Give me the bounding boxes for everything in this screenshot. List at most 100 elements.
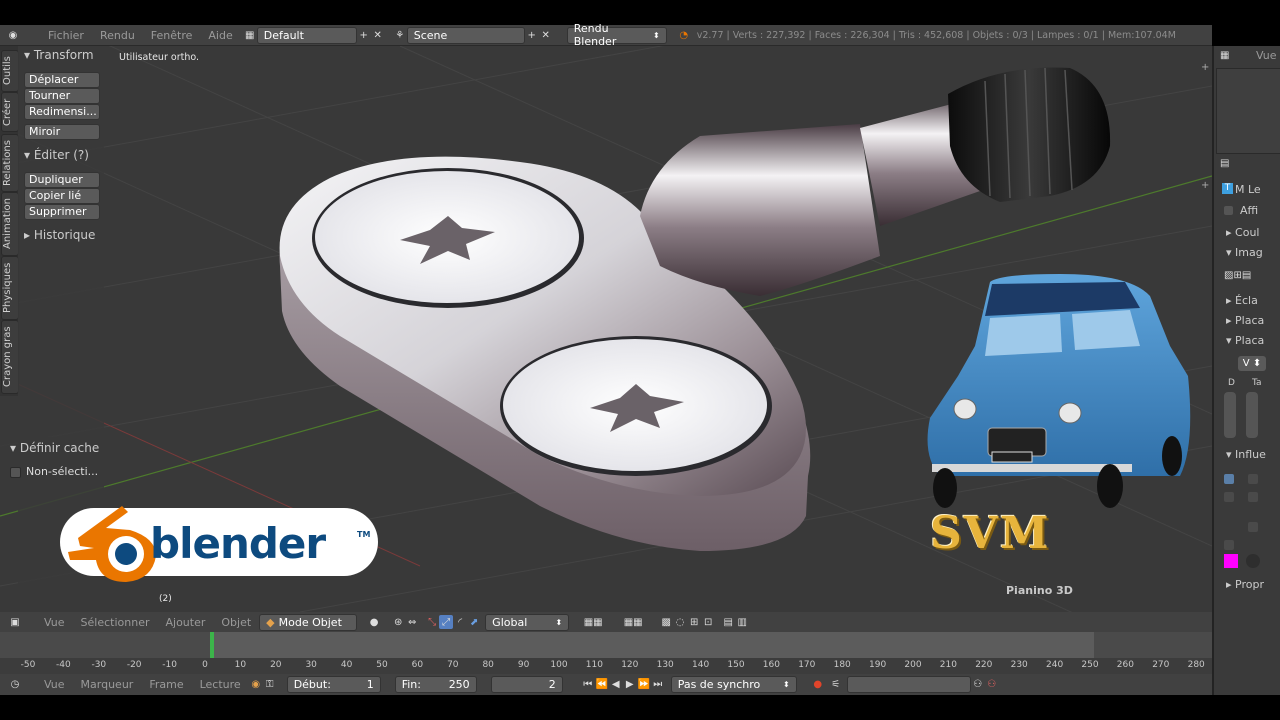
menu-select[interactable]: Sélectionner bbox=[73, 616, 158, 629]
right-slider-1[interactable] bbox=[1224, 392, 1236, 438]
menu-render[interactable]: Rendu bbox=[92, 29, 143, 42]
mirror-button[interactable]: Miroir bbox=[24, 124, 100, 140]
timeline-menu-playback[interactable]: Lecture bbox=[192, 678, 249, 691]
shading-icon[interactable]: ● bbox=[367, 615, 381, 629]
right-section-influence[interactable]: ▾ Influe bbox=[1226, 448, 1266, 461]
layout-selector[interactable]: Default bbox=[256, 26, 357, 44]
right-view-label[interactable]: Vue bbox=[1256, 49, 1277, 62]
menu-object[interactable]: Objet bbox=[213, 616, 259, 629]
menu-help[interactable]: Aide bbox=[200, 29, 240, 42]
right-section-colors[interactable]: ▸ Coul bbox=[1226, 226, 1259, 239]
play-icon[interactable]: ▶ bbox=[623, 678, 637, 692]
sync-selector[interactable]: Pas de synchro ⬍ bbox=[670, 676, 797, 693]
layers-grid-icon-2[interactable]: ▦▦ bbox=[613, 615, 653, 629]
image-tools-icon[interactable]: ▨⊞▤ bbox=[1224, 270, 1251, 281]
right-dropdown[interactable]: V ⬍ bbox=[1238, 356, 1266, 371]
right-item-name[interactable]: M Le bbox=[1235, 183, 1261, 196]
unselected-checkbox[interactable] bbox=[10, 467, 21, 478]
record-icon[interactable]: ● bbox=[811, 678, 825, 692]
translate-button[interactable]: Déplacer bbox=[24, 72, 100, 88]
right-checkbox[interactable] bbox=[1224, 206, 1233, 215]
prev-key-icon[interactable]: ⏪ bbox=[595, 678, 609, 692]
menu-window[interactable]: Fenêtre bbox=[143, 29, 201, 42]
scale-manip-icon[interactable]: ◜ bbox=[453, 615, 467, 629]
scene-icon[interactable]: ⚘ bbox=[393, 28, 407, 42]
proportional-icon[interactable]: ◌ bbox=[673, 615, 687, 629]
tab-grease-pencil[interactable]: Crayon gras bbox=[1, 320, 19, 394]
timeline-menu-frame[interactable]: Frame bbox=[141, 678, 191, 691]
rotate-manip-icon[interactable]: ⤢ bbox=[439, 615, 454, 629]
influence-controls[interactable] bbox=[1224, 474, 1268, 554]
keying-set-icon[interactable]: ⚟ bbox=[829, 678, 843, 692]
layers-grid-icon[interactable]: ▦▦ bbox=[573, 615, 613, 629]
keying-set-field[interactable] bbox=[846, 676, 971, 693]
remove-scene-icon[interactable]: ✕ bbox=[539, 28, 553, 42]
tab-create[interactable]: Créer bbox=[1, 92, 19, 132]
insert-key-icon[interactable]: ⚇ bbox=[971, 678, 985, 692]
right-section-image[interactable]: ▾ Imag bbox=[1226, 246, 1263, 259]
duplicate-linked-button[interactable]: Copier lié bbox=[24, 188, 100, 204]
viewport-corner-plus-icon[interactable]: + bbox=[1201, 62, 1209, 73]
delete-button[interactable]: Supprimer bbox=[24, 204, 100, 220]
menu-view[interactable]: Vue bbox=[36, 616, 73, 629]
history-section-header[interactable]: ▸ Historique bbox=[24, 228, 95, 242]
lock-icon[interactable]: ⚿ bbox=[263, 678, 277, 692]
right-section-mapping-2[interactable]: ▾ Placa bbox=[1226, 334, 1264, 347]
blender-small-icon: ◔ bbox=[679, 29, 689, 41]
add-layout-icon[interactable]: + bbox=[357, 28, 371, 42]
render-engine-selector[interactable]: Rendu Blender ⬍ bbox=[566, 22, 667, 48]
layout-grid-icon[interactable]: ▦ bbox=[243, 28, 257, 42]
right-editor-icon[interactable]: ▦ bbox=[1220, 50, 1229, 61]
timeline-ruler[interactable]: -50 -40 -30 -20 -10 0 10 20 30 40 50 60 70 80 90 100 110… bbox=[0, 658, 1212, 674]
timeline-menu-marker[interactable]: Marqueur bbox=[73, 678, 142, 691]
right-section-properties[interactable]: ▸ Propr bbox=[1226, 578, 1264, 591]
play-reverse-icon[interactable]: ◀ bbox=[609, 678, 623, 692]
right-section-mapping-1[interactable]: ▸ Placa bbox=[1226, 314, 1264, 327]
timeline-editor-icon[interactable]: ◷ bbox=[8, 678, 22, 692]
mode-selector[interactable]: ◆ Mode Objet bbox=[259, 613, 358, 631]
outliner-mini[interactable] bbox=[1216, 68, 1280, 154]
manipulator-icon[interactable]: ⇔ bbox=[405, 615, 419, 629]
delete-key-icon[interactable]: ⚇ bbox=[985, 678, 999, 692]
transform-section-header[interactable]: ▾ Transform bbox=[24, 48, 94, 62]
right-section-sampling[interactable]: ▸ Écla bbox=[1226, 294, 1258, 307]
remove-layout-icon[interactable]: ✕ bbox=[371, 28, 385, 42]
tab-animation[interactable]: Animation bbox=[1, 192, 19, 256]
view3d-editor-icon[interactable]: ▣ bbox=[8, 615, 22, 629]
properties-editor-icon[interactable]: ▤ bbox=[1220, 158, 1229, 169]
tab-relations[interactable]: Relations bbox=[1, 134, 19, 192]
snap-icon[interactable]: ⊞ bbox=[687, 615, 701, 629]
rotate-button[interactable]: Tourner bbox=[24, 88, 100, 104]
duplicate-button[interactable]: Dupliquer bbox=[24, 172, 100, 188]
color-swatch-magenta[interactable] bbox=[1224, 554, 1238, 568]
tab-tools[interactable]: Outils bbox=[1, 50, 19, 92]
orientation-selector[interactable]: Global ⬍ bbox=[485, 613, 570, 631]
viewport-corner-plus-icon-2[interactable]: + bbox=[1201, 180, 1209, 191]
edit-section-header[interactable]: ▾ Éditer (?) bbox=[24, 148, 89, 162]
scale-button[interactable]: Redimensi... bbox=[24, 104, 100, 120]
translate-manip-icon[interactable]: ⤡ bbox=[425, 615, 439, 629]
color-swatch-dark[interactable] bbox=[1246, 554, 1260, 568]
jump-start-icon[interactable]: ⏮ bbox=[581, 678, 595, 692]
keying-icon[interactable]: ◉ bbox=[249, 678, 263, 692]
jump-end-icon[interactable]: ⏭ bbox=[651, 678, 665, 692]
editor-type-icon[interactable]: ◉ bbox=[6, 28, 20, 42]
snap-target-icon[interactable]: ⊡ bbox=[701, 615, 715, 629]
lock-camera-icon[interactable]: ▩ bbox=[659, 615, 673, 629]
start-frame-field[interactable]: Début: 1 bbox=[286, 676, 381, 693]
render-preview-icon[interactable]: ▤ bbox=[721, 615, 735, 629]
tab-physics[interactable]: Physiques bbox=[1, 256, 19, 320]
end-frame-field[interactable]: Fin: 250 bbox=[394, 676, 477, 693]
current-frame-field[interactable]: 2 bbox=[490, 676, 563, 693]
render-anim-icon[interactable]: ▥ bbox=[735, 615, 749, 629]
right-slider-2[interactable] bbox=[1246, 392, 1258, 438]
menu-add[interactable]: Ajouter bbox=[158, 616, 214, 629]
scene-selector[interactable]: Scene bbox=[406, 26, 525, 44]
define-cache-header[interactable]: ▾ Définir cache bbox=[10, 441, 99, 455]
add-scene-icon[interactable]: + bbox=[525, 28, 539, 42]
timeline-menu-view[interactable]: Vue bbox=[36, 678, 73, 691]
pivot-icon[interactable]: ⊛ bbox=[391, 615, 405, 629]
next-key-icon[interactable]: ⏩ bbox=[637, 678, 651, 692]
transform-space-icon[interactable]: ⬈ bbox=[467, 615, 481, 629]
menu-file[interactable]: Fichier bbox=[40, 29, 92, 42]
